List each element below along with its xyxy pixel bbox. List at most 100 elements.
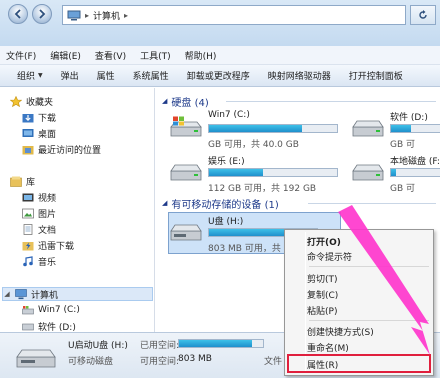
nav-music[interactable]: 音乐	[22, 254, 56, 268]
recent-places-icon	[22, 145, 34, 154]
usb-drive-icon	[170, 224, 202, 241]
menu-edit[interactable]: 编辑(E)	[50, 49, 81, 62]
music-icon	[23, 255, 33, 266]
nav-documents-label: 文档	[38, 225, 57, 236]
breadcrumb-computer[interactable]: 计算机	[93, 9, 120, 22]
nav-libraries[interactable]: 库	[10, 174, 35, 188]
nav-downloads[interactable]: 下载	[22, 110, 56, 124]
nav-drive-d-label: 软件 (D:)	[38, 322, 76, 333]
control-panel-button[interactable]: 打开控制面板	[340, 69, 412, 82]
nav-desktop[interactable]: 桌面	[22, 126, 56, 140]
drive-e-usage-fill	[209, 169, 263, 176]
back-button[interactable]	[8, 4, 28, 24]
eject-button[interactable]: 弹出	[52, 69, 88, 82]
group-divider	[226, 101, 436, 102]
nav-recent[interactable]: 最近访问的位置	[22, 142, 101, 156]
drive-d[interactable]: 软件 (D:) GB 可	[352, 110, 440, 154]
drive-c[interactable]: Win7 (C:) GB 可用，共 40.0 GB	[170, 110, 350, 154]
menu-file[interactable]: 文件(F)	[6, 49, 36, 62]
map-drive-button[interactable]: 映射网络驱动器	[259, 69, 340, 82]
navigation-pane: 收藏夹 下载 桌面 最近访问的位置 库 视频 图片 文档 迅雷下载 音乐 ◢ 计…	[0, 88, 155, 333]
drive-d-name: 软件 (D:)	[390, 113, 428, 123]
nav-libraries-label: 库	[26, 177, 36, 188]
control-panel-label: 打开控制面板	[348, 72, 403, 82]
drive-e-size: 112 GB 可用，共 192 GB	[208, 184, 317, 194]
context-menu: 打开(O) 命令提示符 剪切(T) 复制(C) 粘贴(P) 创建快捷方式(S) …	[284, 229, 434, 376]
downloads-folder-icon	[22, 113, 34, 122]
drive-c-usage-fill	[209, 125, 303, 132]
usb-drive-icon	[16, 349, 56, 368]
nav-favorites[interactable]: 收藏夹	[10, 94, 53, 108]
menu-item-copy[interactable]: 复制(C)	[307, 287, 338, 301]
menu-tools[interactable]: 工具(T)	[140, 49, 171, 62]
refresh-icon	[419, 10, 427, 19]
address-bar[interactable]: ▸ 计算机 ▸	[62, 5, 406, 25]
nav-favorites-label: 收藏夹	[26, 97, 54, 108]
menu-help[interactable]: 帮助(H)	[185, 49, 217, 62]
menu-gutter	[305, 232, 306, 373]
nav-downloads-label: 下载	[38, 113, 57, 124]
desktop-icon	[22, 128, 34, 137]
details-drive-type: 可移动磁盘	[68, 357, 114, 367]
breadcrumb-separator: ▸	[124, 10, 129, 20]
details-used-label: 已用空间:	[140, 341, 180, 351]
details-drive-name: U启动U盘 (H:)	[68, 341, 128, 351]
refresh-button[interactable]	[410, 5, 436, 25]
nav-desktop-label: 桌面	[38, 129, 57, 140]
drive-d-size: GB 可	[390, 140, 416, 150]
hard-drive-icon	[22, 323, 34, 330]
map-drive-label: 映射网络驱动器	[267, 72, 331, 82]
menu-view[interactable]: 查看(V)	[95, 49, 126, 62]
drive-d-usage-bar	[390, 124, 440, 133]
menu-bar: 文件(F) 编辑(E) 查看(V) 工具(T) 帮助(H)	[0, 46, 440, 65]
hard-drive-icon	[170, 164, 202, 181]
hard-drive-icon	[352, 120, 384, 137]
title-bar: ▸ 计算机 ▸	[0, 0, 440, 46]
nav-computer[interactable]: ◢ 计算机	[2, 287, 153, 301]
system-properties-label: 系统属性	[132, 72, 169, 82]
menu-separator	[309, 320, 429, 321]
nav-videos[interactable]: 视频	[22, 190, 56, 204]
menu-item-open[interactable]: 打开(O)	[307, 234, 341, 248]
uninstall-button[interactable]: 卸载或更改程序	[178, 69, 259, 82]
drive-e[interactable]: 娱乐 (E:) 112 GB 可用，共 192 GB	[170, 154, 350, 198]
nav-videos-label: 视频	[38, 193, 57, 204]
star-icon	[10, 95, 22, 107]
menu-item-rename[interactable]: 重命名(M)	[307, 340, 349, 354]
organize-button[interactable]: 组织 ▼	[8, 69, 52, 82]
nav-pictures[interactable]: 图片	[22, 206, 56, 220]
menu-item-command-prompt[interactable]: 命令提示符	[307, 249, 352, 263]
nav-pictures-label: 图片	[38, 209, 57, 220]
drive-e-name: 娱乐 (E:)	[208, 157, 245, 167]
drive-f-usage-bar	[390, 168, 440, 177]
group-divider	[308, 203, 436, 204]
nav-thunder[interactable]: 迅雷下载	[22, 238, 74, 252]
forward-arrow-icon	[39, 9, 46, 19]
menu-item-create-shortcut[interactable]: 创建快捷方式(S)	[307, 324, 374, 338]
details-free-label: 可用空间:	[140, 357, 180, 367]
forward-button[interactable]	[32, 4, 52, 24]
nav-drive-d[interactable]: 软件 (D:)	[22, 319, 76, 333]
group-header-removable[interactable]: ◢ 有可移动存储的设备 (1)	[162, 196, 279, 211]
group-title-removable: 有可移动存储的设备 (1)	[171, 199, 279, 211]
thunder-download-icon	[22, 241, 34, 250]
eject-label: 弹出	[60, 72, 79, 82]
menu-item-paste[interactable]: 粘贴(P)	[307, 303, 337, 317]
windows-drive-icon	[170, 116, 202, 137]
nav-documents[interactable]: 文档	[22, 222, 56, 236]
system-properties-button[interactable]: 系统属性	[124, 69, 178, 82]
drive-d-usage-fill	[391, 125, 412, 132]
chevron-down-icon: ▼	[38, 72, 43, 79]
drive-f[interactable]: 本地磁盘 (F:) GB 可	[352, 154, 440, 198]
computer-icon	[15, 288, 27, 299]
nav-drive-c-label: Win7 (C:)	[38, 305, 80, 315]
drive-f-size: GB 可	[390, 184, 416, 194]
menu-item-cut[interactable]: 剪切(T)	[307, 271, 338, 285]
computer-icon	[67, 10, 81, 20]
nav-computer-label: 计算机	[31, 290, 59, 301]
menu-item-properties[interactable]: 属性(R)	[307, 357, 338, 371]
properties-button[interactable]: 属性	[88, 69, 124, 82]
menu-separator	[309, 266, 429, 267]
group-header-hard-disks[interactable]: ◢ 硬盘 (4)	[162, 94, 209, 109]
nav-drive-c[interactable]: Win7 (C:)	[22, 303, 80, 317]
